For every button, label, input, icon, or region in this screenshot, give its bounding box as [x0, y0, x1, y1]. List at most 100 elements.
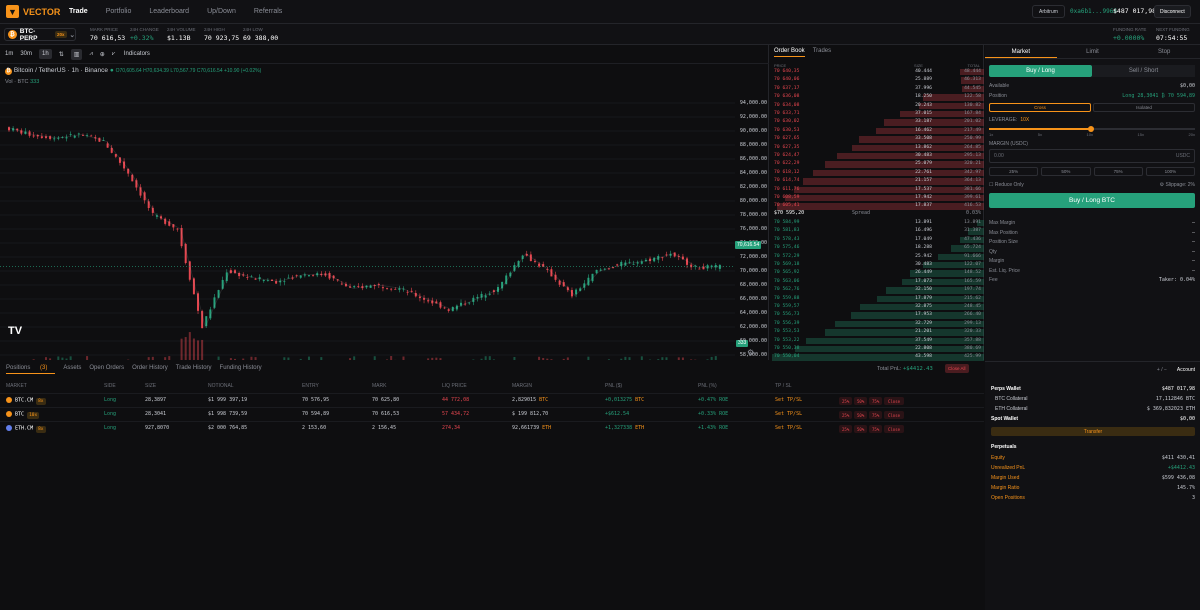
bid-row[interactable]: 70 556,73 17.953 266.40: [770, 312, 984, 319]
partial-close-button[interactable]: 50%: [854, 425, 868, 433]
tab-stop[interactable]: Stop: [1128, 45, 1200, 58]
volume-bar: [168, 356, 171, 360]
ask-row[interactable]: 70 630,53 16.462 217.49: [770, 127, 984, 135]
tab-order-history[interactable]: Order History: [132, 365, 168, 374]
reduce-only-checkbox[interactable]: ☐ Reduce Only: [989, 182, 1024, 188]
partial-close-button[interactable]: 25%: [839, 411, 853, 419]
partial-close-button[interactable]: 25%: [839, 397, 853, 405]
ask-row[interactable]: 70 633,71 37.015 167.84: [770, 111, 984, 118]
position-row[interactable]: ETH.CM 8x Long 927,8070 $2 000 764,85 2 153,…: [0, 421, 984, 434]
bid-row[interactable]: 70 556,39 32.729 299.13: [770, 320, 984, 328]
partial-close-button[interactable]: 75%: [869, 397, 883, 405]
bid-row[interactable]: 70 553,53 21.201 320.33: [770, 329, 984, 336]
bid-row[interactable]: 70 578,43 17.049 47.436: [770, 236, 984, 244]
bid-row[interactable]: 70 575,46 18.288 65.724: [770, 245, 984, 252]
nav-trade[interactable]: Trade: [69, 8, 88, 15]
margin-input[interactable]: 0.00 USDC: [989, 149, 1195, 163]
chart-type-icon[interactable]: ⩘: [89, 51, 92, 58]
bid-row[interactable]: 70 584,99 13.891 13.891: [770, 220, 984, 227]
slippage-setting[interactable]: ⚙ Slippage: 2%: [1160, 182, 1195, 188]
partial-close-button[interactable]: 50%: [854, 397, 868, 405]
compare-icon[interactable]: ⇅: [59, 51, 64, 58]
network-selector[interactable]: Arbitrum: [1032, 5, 1065, 18]
ask-row[interactable]: 70 640,06 25.889 46.313: [770, 77, 984, 84]
order-total: 320.21: [964, 161, 981, 167]
ask-row[interactable]: 70 618,12 22.761 342.97: [770, 169, 984, 177]
close-position-button[interactable]: Close: [884, 425, 904, 433]
bid-row[interactable]: 70 550,38 22.808 380.69: [770, 346, 984, 353]
price-chart[interactable]: 1m 30m 1h ⇅ ▥ ⩘ ⊕ ⩗ Indicators ₿ Bitcoin…: [0, 45, 769, 401]
close-position-button[interactable]: Close: [884, 411, 904, 419]
add-icon[interactable]: ⊕: [100, 51, 105, 58]
ask-row[interactable]: 70 611,76 17.537 381.66: [770, 186, 984, 193]
close-all-button[interactable]: Close All: [945, 364, 969, 373]
bid-row[interactable]: 70 553,22 37.549 357.88: [770, 337, 984, 344]
bid-row[interactable]: 70 569,18 30.483 122.07: [770, 262, 984, 269]
bid-row[interactable]: 70 581,83 16.496 31.387: [770, 228, 984, 235]
nav-leaderboard[interactable]: Leaderboard: [149, 8, 189, 15]
partial-close-button[interactable]: 75%: [869, 411, 883, 419]
ask-row[interactable]: 70 634,08 20.243 130.82: [770, 102, 984, 109]
tab-trade-history[interactable]: Trade History: [176, 365, 212, 374]
set-tpsl-link[interactable]: Set TP/SL: [775, 425, 802, 431]
submit-buy-button[interactable]: Buy / Long BTC: [989, 193, 1195, 208]
bid-row[interactable]: 70 559,88 17.879 215.62: [770, 295, 984, 302]
bid-row[interactable]: 70 572,29 25.942 91.666: [770, 253, 984, 260]
partial-close-button[interactable]: 50%: [854, 411, 868, 419]
tab-positions[interactable]: Positions (3): [6, 365, 56, 374]
candles-icon[interactable]: ▥: [70, 48, 83, 60]
isolated-button[interactable]: Isolated: [1093, 103, 1195, 112]
transfer-button[interactable]: Transfer: [991, 427, 1195, 436]
tab-funding-history[interactable]: Funding History: [220, 365, 262, 374]
pct-50-button[interactable]: 50%: [1041, 167, 1091, 176]
tf-1m[interactable]: 1m: [5, 51, 13, 57]
tab-market[interactable]: Market: [985, 45, 1057, 58]
tab-limit[interactable]: Limit: [1057, 45, 1129, 58]
ask-row[interactable]: 70 614,74 21.157 364.13: [770, 178, 984, 185]
tab-open-orders[interactable]: Open Orders: [89, 365, 124, 374]
ask-row[interactable]: 70 608,59 17.942 399.61: [770, 195, 984, 202]
account-toggle[interactable]: + / −: [1157, 367, 1167, 373]
bid-row[interactable]: 70 563,06 17.073 165.59: [770, 278, 984, 286]
indicators-button[interactable]: ⩗ Indicators: [112, 51, 157, 58]
ask-row[interactable]: 70 627,35 13.862 264.85: [770, 144, 984, 151]
pct-100-button[interactable]: 100%: [1145, 167, 1195, 176]
ask-row[interactable]: 70 630,02 33.187 201.02: [770, 119, 984, 126]
position-row[interactable]: BTC 10x Long 28,3041 $1 998 739,59 70 594,89…: [0, 407, 984, 420]
ask-row[interactable]: 70 605,41 17.837 416.53: [770, 203, 984, 210]
bid-row[interactable]: 70 565,92 26.449 148.52: [770, 270, 984, 277]
nav-updown[interactable]: Up/Down: [207, 8, 236, 15]
ask-row[interactable]: 70 624,47 30.483 295.13: [770, 153, 984, 160]
partial-close-button[interactable]: 75%: [869, 425, 883, 433]
market-selector[interactable]: ₿ BTC-PERP 20x ⌄: [4, 28, 76, 42]
ask-row[interactable]: 70 627,65 33.508 250.99: [770, 136, 984, 143]
partial-close-button[interactable]: 25%: [839, 425, 853, 433]
tab-order-book[interactable]: Order Book: [774, 48, 805, 57]
brand-logo[interactable]: ▼ VECTOR: [6, 5, 60, 18]
set-tpsl-link[interactable]: Set TP/SL: [775, 397, 802, 403]
ask-row[interactable]: 70 636,08 18.250 122.58: [770, 94, 984, 101]
leverage-slider[interactable]: [989, 126, 1195, 132]
tab-assets[interactable]: Assets: [63, 365, 81, 374]
nav-portfolio[interactable]: Portfolio: [106, 8, 132, 15]
sell-short-tab[interactable]: Sell / Short: [1092, 65, 1195, 77]
tf-1h[interactable]: 1h: [39, 49, 52, 59]
ask-row[interactable]: 70 640,35 40.444 48.444: [770, 69, 984, 76]
settings-icon[interactable]: ⚙: [747, 348, 754, 357]
tab-trades[interactable]: Trades: [813, 48, 831, 57]
ask-row[interactable]: 70 637,17 37.996 44.545: [770, 85, 984, 93]
bid-row[interactable]: 70 550,04 43.598 425.99: [770, 354, 984, 361]
cross-button[interactable]: Cross: [989, 103, 1091, 112]
set-tpsl-link[interactable]: Set TP/SL: [775, 411, 802, 417]
tf-30m[interactable]: 30m: [20, 51, 32, 57]
nav-referrals[interactable]: Referrals: [254, 8, 282, 15]
bid-row[interactable]: 70 562,76 32.150 197.74: [770, 287, 984, 294]
close-position-button[interactable]: Close: [884, 397, 904, 405]
pct-75-button[interactable]: 75%: [1093, 167, 1143, 176]
bid-row[interactable]: 70 559,57 32.875 248.45: [770, 304, 984, 311]
pct-25-button[interactable]: 25%: [989, 167, 1039, 176]
buy-long-tab[interactable]: Buy / Long: [989, 65, 1092, 77]
disconnect-button[interactable]: Disconnect: [1154, 5, 1191, 18]
ask-row[interactable]: 70 622,29 25.079 320.21: [770, 161, 984, 168]
position-row[interactable]: BTC.CM 8x Long 28,3897 $1 999 397,19 70 576,…: [0, 393, 984, 406]
